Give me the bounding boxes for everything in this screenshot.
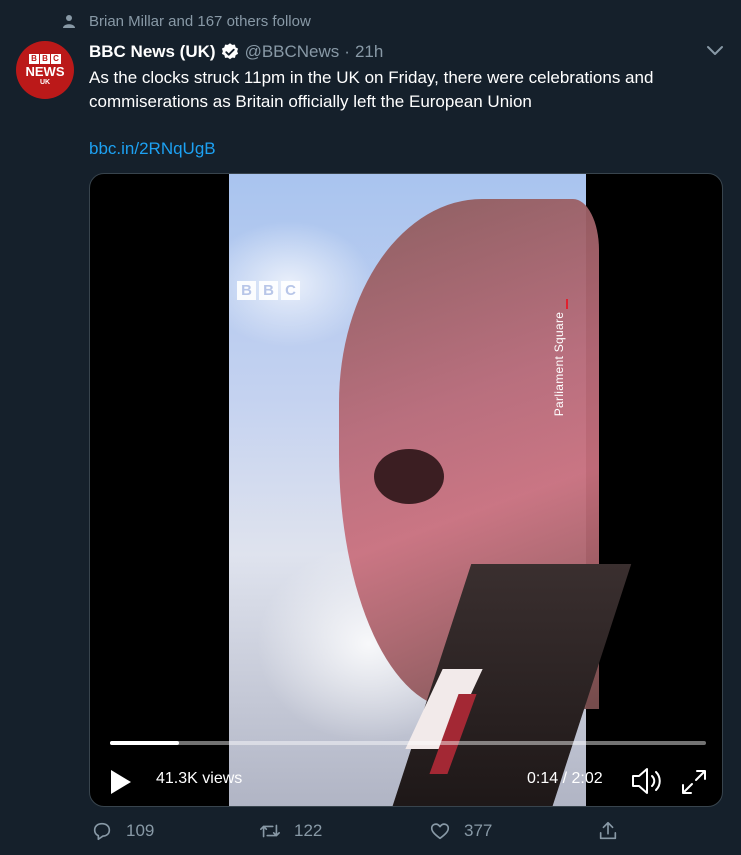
video-frame[interactable]: B B C Parliament Square xyxy=(229,174,632,806)
social-context[interactable]: Brian Millar and 167 others follow xyxy=(62,11,311,31)
fullscreen-icon[interactable] xyxy=(680,768,708,796)
video-timecode: 0:14 / 2:02 xyxy=(527,770,603,787)
person-icon xyxy=(63,15,75,28)
play-icon[interactable] xyxy=(109,768,133,796)
heart-icon xyxy=(430,823,450,840)
video-progress-bar[interactable] xyxy=(110,741,706,745)
tweet-actions: 109 122 377 xyxy=(89,820,629,846)
retweet-count: 122 xyxy=(294,821,323,840)
video-progress-fill xyxy=(110,741,179,745)
watermark-letter: B xyxy=(237,281,256,300)
share-icon xyxy=(599,821,617,840)
social-context-text: Brian Millar and 167 others follow xyxy=(89,12,311,30)
share-button[interactable] xyxy=(597,820,632,842)
view-count: 41.3K views xyxy=(156,770,243,787)
display-name[interactable]: BBC News (UK) xyxy=(89,42,216,62)
like-button[interactable]: 377 xyxy=(429,820,492,842)
avatar-news-text: NEWS xyxy=(25,63,65,79)
avatar[interactable]: B B C NEWS UK xyxy=(16,41,74,99)
verified-badge-icon xyxy=(221,43,238,60)
location-caption: Parliament Square xyxy=(551,294,567,434)
avatar-letter: B xyxy=(29,53,39,64)
timestamp[interactable]: 21h xyxy=(355,42,383,62)
volume-icon[interactable] xyxy=(630,766,664,796)
tweet-header: BBC News (UK) @BBCNews · 21h xyxy=(89,40,383,64)
reply-count: 109 xyxy=(126,821,155,840)
handle[interactable]: @BBCNews xyxy=(245,42,340,62)
tweet-link[interactable]: bbc.in/2RNqUgB xyxy=(89,137,216,161)
reply-icon xyxy=(93,822,111,841)
watermark-letter: C xyxy=(281,281,300,300)
retweet-icon xyxy=(260,824,280,838)
tweet-text: As the clocks struck 11pm in the UK on F… xyxy=(89,68,654,111)
separator-dot: · xyxy=(344,42,350,61)
avatar-region-text: UK xyxy=(39,78,51,86)
watermark-letter: B xyxy=(259,281,278,300)
bbc-logo: B B C xyxy=(29,53,61,64)
video-subject-mouth xyxy=(374,449,444,504)
chevron-down-icon[interactable] xyxy=(706,44,724,58)
video-player[interactable]: B B C Parliament Square 41.3K views 0:14… xyxy=(89,173,723,807)
bbc-watermark: B B C xyxy=(237,281,300,300)
reply-button[interactable]: 109 xyxy=(91,820,154,842)
avatar-letter: B xyxy=(40,53,50,64)
retweet-button[interactable]: 122 xyxy=(259,820,322,842)
like-count: 377 xyxy=(464,821,493,840)
location-caption-text: Parliament Square xyxy=(552,311,566,417)
avatar-letter: C xyxy=(51,53,61,64)
location-marker xyxy=(566,299,568,309)
